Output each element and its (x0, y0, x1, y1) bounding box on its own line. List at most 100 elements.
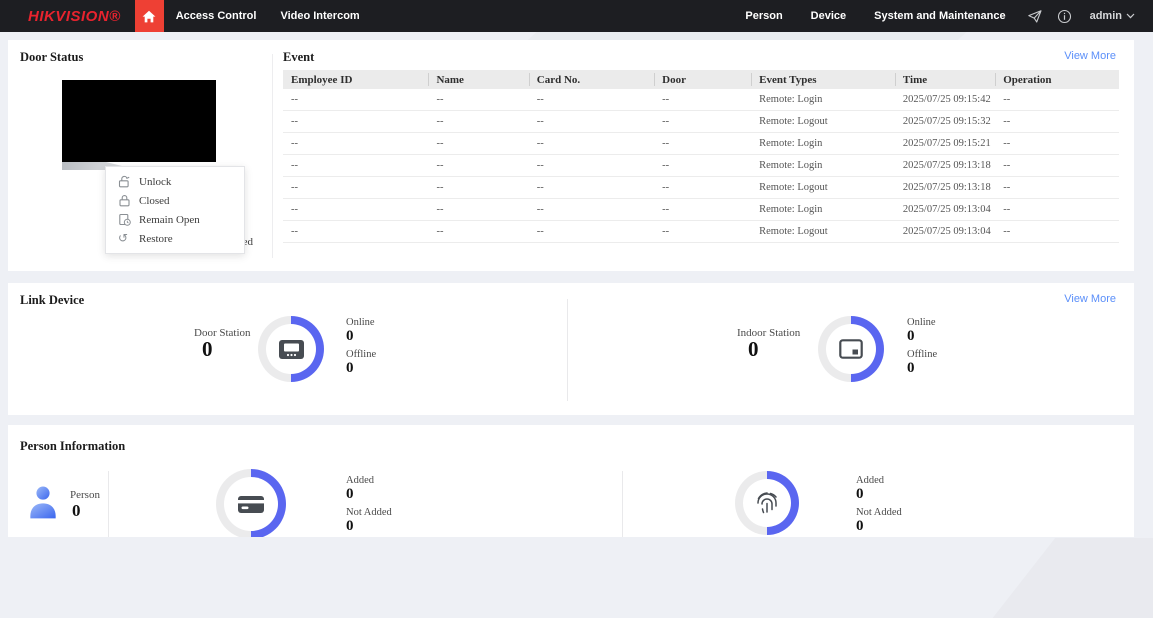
table-cell: -- (654, 110, 752, 133)
table-cell: -- (283, 89, 429, 111)
table-cell: -- (283, 132, 429, 155)
table-row: -- -- -- -- Remote: Login 2025/07/25 09:… (283, 132, 1119, 155)
app-root: HIKVISION® Access Control Video Intercom… (0, 0, 1153, 618)
door-context-menu: Unlock Closed Remain Open ↺ Restore (105, 166, 245, 254)
info-icon (1058, 9, 1072, 23)
table-row: -- -- -- -- Remote: Logout 2025/07/25 09… (283, 110, 1119, 133)
table-cell: -- (654, 220, 752, 243)
table-cell: -- (995, 220, 1119, 243)
section-divider (108, 471, 109, 537)
home-button[interactable] (134, 0, 164, 32)
table-cell: -- (428, 132, 529, 155)
table-cell: -- (283, 220, 429, 243)
table-cell: -- (995, 154, 1119, 177)
chevron-down-icon (1126, 13, 1135, 19)
event-view-more-link[interactable]: View More (1064, 50, 1116, 62)
indoor-station-donut (818, 316, 884, 382)
indoor-station-count: 0 (748, 337, 759, 361)
stat-value: 0 (907, 359, 915, 376)
table-cell: -- (654, 132, 752, 155)
door-live-view[interactable] (62, 80, 216, 162)
table-cell: Remote: Login (751, 198, 895, 221)
col-employee-id: Employee ID (283, 70, 429, 89)
stat-value: 0 (856, 486, 864, 502)
stat-label: Offline (346, 348, 377, 360)
person-label: Person (70, 489, 100, 501)
table-row: -- -- -- -- Remote: Login 2025/07/25 09:… (283, 198, 1119, 221)
table-cell: 2025/07/25 09:15:42 (894, 89, 996, 111)
table-cell: -- (528, 132, 655, 155)
event-table: Employee ID Name Card No. Door Event Typ… (283, 70, 1119, 243)
stat-value: 0 (346, 517, 354, 534)
table-cell: -- (428, 176, 529, 199)
table-row: -- -- -- -- Remote: Login 2025/07/25 09:… (283, 89, 1119, 111)
table-cell: -- (528, 176, 655, 199)
nav-item-device[interactable]: Device (799, 10, 858, 22)
nav-item-person[interactable]: Person (733, 10, 794, 22)
person-count: 0 (72, 501, 81, 520)
section-divider (272, 54, 273, 258)
door-station-stats: Online 0 Offline 0 (346, 317, 376, 381)
unlock-icon (118, 175, 130, 188)
stat-value: 0 (346, 359, 354, 376)
restore-icon: ↺ (118, 231, 129, 245)
table-cell: -- (283, 176, 429, 199)
fingerprint-donut (735, 471, 799, 535)
stat-label: Not Added (346, 506, 392, 518)
table-cell: -- (995, 89, 1119, 111)
stat-value: 0 (346, 328, 354, 344)
table-cell: -- (654, 154, 752, 177)
table-cell: -- (528, 154, 655, 177)
menu-item-label: Restore (139, 232, 173, 245)
nav-item-video-intercom[interactable]: Video Intercom (268, 10, 371, 22)
user-menu[interactable]: admin (1082, 10, 1135, 22)
table-cell: -- (528, 89, 655, 111)
card-donut (216, 469, 286, 537)
home-icon (142, 10, 156, 22)
stat-value: 0 (907, 328, 915, 344)
table-cell: 2025/07/25 09:15:21 (894, 132, 996, 155)
door-status-event-panel: Door Status Door1 Controlled Controlled (8, 40, 1134, 271)
link-device-title: Link Device (20, 293, 85, 307)
indoor-station-icon (839, 339, 863, 359)
table-cell: -- (283, 110, 429, 133)
menu-item-label: Remain Open (139, 213, 200, 226)
col-door: Door (654, 70, 752, 89)
nav-item-access-control[interactable]: Access Control (164, 10, 269, 22)
stat-label: Added (856, 475, 884, 486)
table-cell: 2025/07/25 09:15:32 (894, 110, 996, 133)
table-cell: -- (283, 198, 429, 221)
card-icon (237, 495, 265, 514)
nav-item-system-and-maintenance[interactable]: System and Maintenance (862, 10, 1017, 22)
person-information-title: Person Information (20, 439, 126, 453)
menu-item-label: Closed (139, 194, 170, 207)
door-status-title: Door Status (20, 50, 84, 64)
menu-item-unlock[interactable]: Unlock (106, 172, 244, 191)
card-stats: Added 0 Not Added 0 (346, 475, 392, 537)
paper-plane-icon (1027, 9, 1042, 23)
stat-label: Added (346, 475, 374, 486)
stat-label: Online (907, 317, 936, 328)
menu-item-remain-open[interactable]: Remain Open (106, 210, 244, 229)
link-device-panel: Link Device View More Door Station 0 Onl… (8, 283, 1134, 415)
indoor-station-stats: Online 0 Offline 0 (907, 317, 937, 381)
menu-item-closed[interactable]: Closed (106, 191, 244, 210)
table-cell: -- (995, 110, 1119, 133)
table-cell: -- (995, 198, 1119, 221)
menu-item-restore[interactable]: ↺ Restore (106, 229, 244, 248)
link-device-view-more-link[interactable]: View More (1064, 293, 1116, 305)
send-feedback-button[interactable] (1022, 0, 1048, 32)
table-cell: -- (528, 110, 655, 133)
nav-left: Access Control Video Intercom (164, 0, 372, 32)
table-cell: Remote: Logout (751, 220, 895, 243)
person-icon (28, 483, 58, 526)
table-row: -- -- -- -- Remote: Logout 2025/07/25 09… (283, 220, 1119, 243)
stat-value: 0 (856, 517, 864, 534)
table-row: -- -- -- -- Remote: Logout 2025/07/25 09… (283, 176, 1119, 199)
indoor-station-label: Indoor Station (737, 327, 801, 339)
table-cell: 2025/07/25 09:13:04 (894, 220, 996, 243)
help-button[interactable] (1052, 0, 1078, 32)
stat-label: Online (346, 317, 375, 328)
background-decoration (984, 538, 1153, 618)
table-cell: Remote: Login (751, 132, 895, 155)
